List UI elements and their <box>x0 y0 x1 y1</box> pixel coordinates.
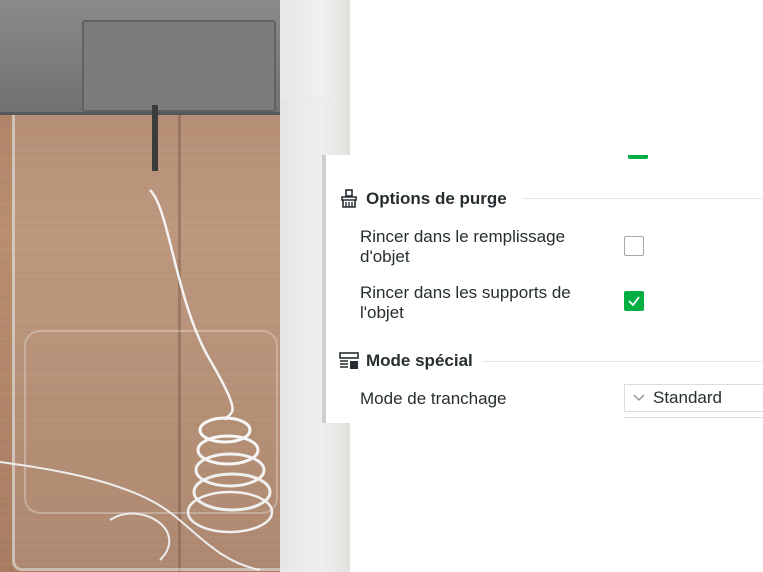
purge-icon <box>341 189 357 208</box>
slicing-mode-value: Standard <box>653 388 722 407</box>
flush-infill-checkbox[interactable] <box>624 236 644 256</box>
filament-strand <box>0 189 274 571</box>
settings-panel: Options de purge Rincer dans le rempliss… <box>322 155 763 423</box>
checkmark-icon <box>628 296 640 307</box>
toggle-indicator-peek <box>628 155 648 159</box>
special-mode-section-header: Mode spécial <box>338 350 473 372</box>
flush-support-label: Rincer dans les supports de l'objet <box>360 283 571 322</box>
slicing-mode-label: Mode de tranchage <box>360 389 507 408</box>
special-mode-icon <box>339 352 359 369</box>
flush-support-checkbox[interactable] <box>624 291 644 311</box>
next-field-edge <box>624 417 763 424</box>
purge-section-title: Options de purge <box>366 189 507 208</box>
printer-photo <box>0 0 350 572</box>
flush-infill-label: Rincer dans le remplissage d'objet <box>360 227 566 266</box>
special-mode-divider <box>482 361 763 362</box>
special-mode-section-title: Mode spécial <box>366 351 473 370</box>
purge-section-divider <box>522 198 763 199</box>
chevron-down-icon <box>633 394 645 401</box>
purge-section-header: Options de purge <box>338 188 507 210</box>
slicing-mode-select[interactable]: Standard <box>624 384 763 412</box>
